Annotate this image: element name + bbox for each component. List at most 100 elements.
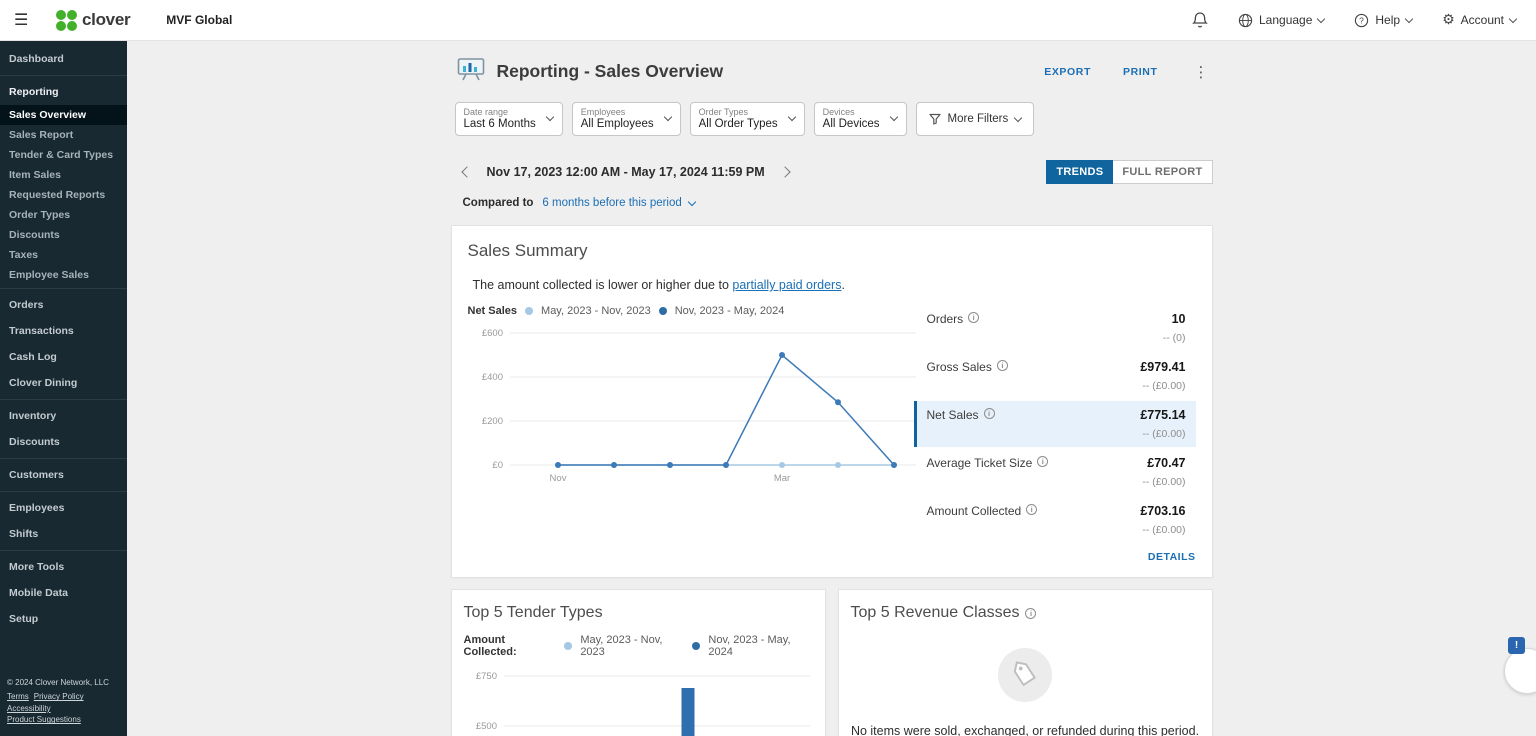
trends-tab[interactable]: TRENDS <box>1046 160 1113 184</box>
feedback-alert-badge[interactable]: ! <box>1508 637 1525 654</box>
product-suggestions-link[interactable]: Product Suggestions <box>7 715 81 724</box>
metric-row-gross-sales[interactable]: Gross Salesi £979.41-- (£0.00) <box>914 353 1196 399</box>
sidebar-item-employees[interactable]: Employees <box>0 495 127 521</box>
terms-link[interactable]: Terms <box>7 692 29 701</box>
sidebar-item-cash-log[interactable]: Cash Log <box>0 344 127 370</box>
employees-filter[interactable]: Employees All Employees <box>572 102 681 136</box>
metric-value: £775.14 <box>1140 408 1185 422</box>
next-period-button[interactable] <box>779 166 790 177</box>
devices-filter[interactable]: Devices All Devices <box>814 102 907 136</box>
chevron-down-icon <box>889 113 897 121</box>
details-link[interactable]: DETAILS <box>914 551 1196 563</box>
info-icon[interactable]: i <box>968 312 979 323</box>
svg-text:£200: £200 <box>481 416 502 427</box>
sidebar-item-discounts-report[interactable]: Discounts <box>0 225 127 245</box>
chevron-down-icon <box>663 113 671 121</box>
filter-value: All Order Types <box>699 118 778 130</box>
info-icon[interactable]: i <box>1025 608 1036 619</box>
more-filters-button[interactable]: More Filters <box>916 102 1035 136</box>
language-menu[interactable]: Language <box>1238 13 1324 28</box>
view-toggle: TRENDS FULL REPORT <box>1046 160 1212 184</box>
metric-row-average-ticket-size[interactable]: Average Ticket Sizei £70.47-- (£0.00) <box>914 449 1196 495</box>
series-1-dot-icon <box>525 307 533 315</box>
account-label: Account <box>1461 13 1504 27</box>
sidebar-item-reporting[interactable]: Reporting <box>0 79 127 105</box>
sidebar-item-requested-reports[interactable]: Requested Reports <box>0 185 127 205</box>
previous-period-button[interactable] <box>461 166 472 177</box>
revenue-classes-title: Top 5 Revenue Classes i <box>851 604 1200 622</box>
partially-paid-orders-link[interactable]: partially paid orders <box>732 278 841 292</box>
sidebar-group: Employees Shifts <box>0 491 127 550</box>
metric-row-amount-collected[interactable]: Amount Collectedi £703.16-- (£0.00) <box>914 497 1196 543</box>
series-1-label: May, 2023 - Nov, 2023 <box>541 305 651 317</box>
sidebar-item-setup[interactable]: Setup <box>0 606 127 632</box>
info-icon[interactable]: i <box>997 360 1008 371</box>
metric-row-orders[interactable]: Ordersi 10-- (0) <box>914 305 1196 351</box>
app-root: ☰ clover MVF Global Language ? Help ⚙ Ac… <box>0 0 1536 736</box>
sidebar-item-tender-card-types[interactable]: Tender & Card Types <box>0 145 127 165</box>
sidebar-item-discounts[interactable]: Discounts <box>0 429 127 455</box>
tender-types-legend: Amount Collected: May, 2023 - Nov, 2023 … <box>464 634 813 658</box>
sidebar-item-clover-dining[interactable]: Clover Dining <box>0 370 127 396</box>
metric-row-net-sales[interactable]: Net Salesi £775.14-- (£0.00) <box>914 401 1196 447</box>
series-2-dot-icon <box>659 307 667 315</box>
legend-title: Amount Collected: <box>464 634 557 658</box>
chevron-down-icon <box>787 113 795 121</box>
sidebar-item-taxes[interactable]: Taxes <box>0 245 127 265</box>
account-menu[interactable]: ⚙ Account <box>1442 12 1516 28</box>
series-1-dot-icon <box>564 642 572 650</box>
empty-state-message: No items were sold, exchanged, or refund… <box>851 724 1200 736</box>
sidebar-footer: © 2024 Clover Network, LLC TermsPrivacy … <box>0 669 127 736</box>
clover-logo[interactable]: clover <box>56 10 130 31</box>
brand-wordmark: clover <box>82 10 130 30</box>
privacy-policy-link[interactable]: Privacy Policy <box>34 692 84 701</box>
info-icon[interactable]: i <box>1026 504 1037 515</box>
sidebar-item-shifts[interactable]: Shifts <box>0 521 127 547</box>
sidebar-item-mobile-data[interactable]: Mobile Data <box>0 580 127 606</box>
sidebar-item-employee-sales[interactable]: Employee Sales <box>0 265 127 285</box>
topbar-actions: Language ? Help ⚙ Account <box>1192 11 1536 29</box>
sidebar: Dashboard Reporting Sales Overview Sales… <box>0 41 127 736</box>
sidebar-item-item-sales[interactable]: Item Sales <box>0 165 127 185</box>
print-button[interactable]: PRINT <box>1123 66 1158 78</box>
legend-title: Net Sales <box>468 305 518 317</box>
compared-to-selector[interactable]: 6 months before this period <box>542 197 694 209</box>
chevron-down-icon <box>545 113 553 121</box>
help-label: Help <box>1375 13 1400 27</box>
hamburger-menu-icon[interactable]: ☰ <box>14 10 38 30</box>
sales-summary-title: Sales Summary <box>468 241 1196 261</box>
report-board-icon <box>457 57 485 86</box>
help-menu[interactable]: ? Help <box>1354 13 1412 28</box>
more-options-icon[interactable]: ⋮ <box>1190 63 1213 81</box>
accessibility-link[interactable]: Accessibility <box>7 704 51 713</box>
sidebar-item-sales-report[interactable]: Sales Report <box>0 125 127 145</box>
order-types-filter[interactable]: Order Types All Order Types <box>690 102 805 136</box>
sidebar-item-dashboard[interactable]: Dashboard <box>0 46 127 72</box>
filter-label: Date range <box>464 107 536 117</box>
metric-label: Average Ticket Size <box>927 456 1033 470</box>
sidebar-item-orders[interactable]: Orders <box>0 292 127 318</box>
sidebar-item-sales-overview[interactable]: Sales Overview <box>0 105 127 125</box>
sidebar-item-transactions[interactable]: Transactions <box>0 318 127 344</box>
sidebar-item-order-types[interactable]: Order Types <box>0 205 127 225</box>
series-2-label: Nov, 2023 - May, 2024 <box>675 305 785 317</box>
export-button[interactable]: EXPORT <box>1044 66 1091 78</box>
sidebar-item-customers[interactable]: Customers <box>0 462 127 488</box>
full-report-tab[interactable]: FULL REPORT <box>1113 160 1212 184</box>
note-text: The amount collected is lower or higher … <box>473 278 733 292</box>
sidebar-item-inventory[interactable]: Inventory <box>0 403 127 429</box>
svg-text:£0: £0 <box>492 460 503 471</box>
more-filters-label: More Filters <box>948 113 1009 125</box>
chevron-down-icon <box>688 197 696 205</box>
metric-delta: -- (£0.00) <box>1140 428 1185 440</box>
chevron-down-icon <box>1405 14 1413 22</box>
chevron-down-icon <box>1014 113 1022 121</box>
bell-icon <box>1192 11 1208 29</box>
funnel-icon <box>929 113 941 125</box>
notifications-button[interactable] <box>1192 11 1208 29</box>
svg-text:£600: £600 <box>481 328 502 339</box>
info-icon[interactable]: i <box>1037 456 1048 467</box>
date-range-filter[interactable]: Date range Last 6 Months <box>455 102 563 136</box>
sidebar-item-more-tools[interactable]: More Tools <box>0 554 127 580</box>
info-icon[interactable]: i <box>984 408 995 419</box>
